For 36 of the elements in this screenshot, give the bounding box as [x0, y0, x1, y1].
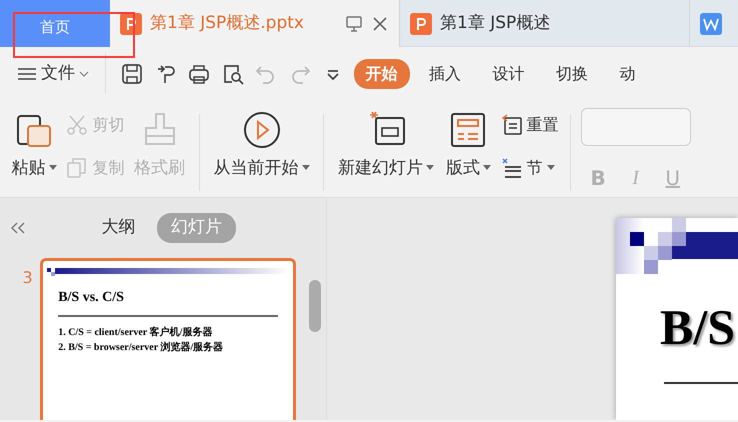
ribbon-tab[interactable]: 插入	[417, 58, 473, 88]
play-button[interactable]: 从当前开始	[210, 108, 314, 183]
monitor-icon	[345, 14, 363, 32]
print-icon[interactable]	[188, 62, 210, 84]
bullet-line: 1. C/S = client/server 客户机/服务器	[57, 325, 214, 340]
collapse-icon[interactable]	[10, 220, 26, 235]
slide-heading: B/S	[660, 302, 736, 352]
new-slide-button[interactable]: 新建幻灯片	[334, 108, 438, 183]
layout-button[interactable]: 版式	[442, 108, 495, 183]
file-menu[interactable]: 文件	[15, 58, 91, 88]
ribbon-tab[interactable]: 动	[608, 58, 648, 88]
font-field[interactable]	[581, 108, 691, 146]
slide-title: B/S vs. C/S	[57, 288, 125, 307]
scissors-icon	[66, 114, 88, 136]
section-icon	[500, 157, 522, 180]
reset-button[interactable]: 重置	[498, 111, 560, 140]
bullet-line: 2. B/S = browser/server 浏览器/服务器	[57, 340, 224, 355]
document-icon[interactable]	[700, 12, 722, 34]
close-icon	[371, 14, 389, 32]
presentation-icon	[410, 12, 432, 34]
chevron-icon	[79, 70, 89, 78]
ribbon-tab[interactable]: 切换	[544, 58, 600, 88]
section-button[interactable]: 节	[498, 154, 560, 182]
play-icon	[242, 110, 282, 150]
slide-number: 3	[22, 266, 33, 288]
ribbon-tab[interactable]: 设计	[480, 58, 536, 88]
menu-icon	[17, 66, 37, 82]
save-icon[interactable]	[121, 62, 143, 84]
view-tab[interactable]: 大纲	[88, 213, 150, 242]
paste-button[interactable]: 粘贴	[8, 108, 60, 183]
slide-thumbnail[interactable]: B/S vs. C/S 1. C/S = client/server 客户机/服务器 2. B/S = browser/server 浏览器/服务器	[40, 258, 296, 420]
preview-icon[interactable]	[222, 62, 244, 84]
tab[interactable]: 第1章 JSP概述	[400, 0, 690, 47]
copy-icon	[66, 157, 88, 180]
reset-icon	[500, 114, 522, 136]
scrollbar-thumb[interactable]	[309, 280, 321, 332]
